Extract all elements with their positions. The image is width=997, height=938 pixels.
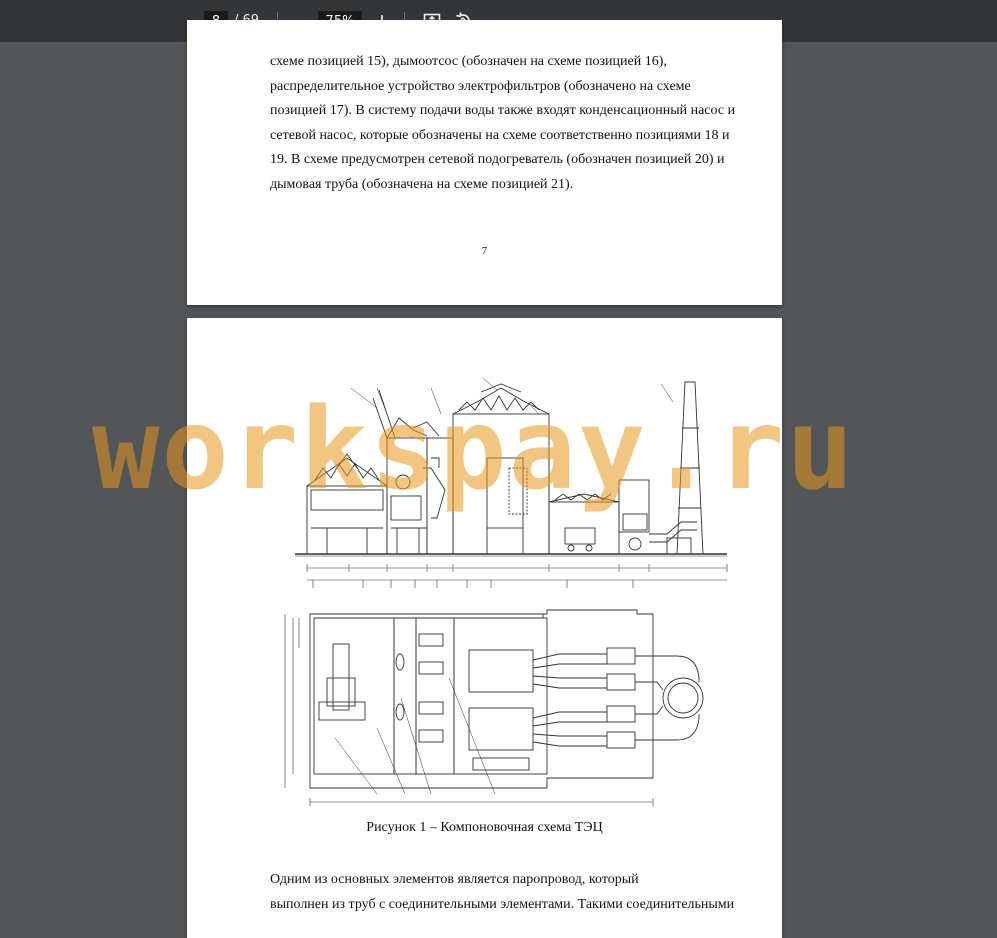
text-line: позицией 17). В систему подачи воды такж… (270, 103, 736, 118)
page-number-label: 7 (481, 245, 488, 257)
power-plant-layout-drawing (284, 377, 728, 806)
text-line: дымовая труба (обозначена на схеме позиц… (270, 176, 574, 192)
pdf-page-8: Рисунок 1 – Компоновочная схема ТЭЦ Одни… (187, 318, 782, 938)
text-line: сетевой насос, которые обозначены на схе… (270, 127, 730, 143)
text-line: выполнен из труб с соединительными элеме… (270, 896, 735, 912)
pdf-page-7: схеме позицией 15), дымоотсос (обозначен… (187, 20, 782, 305)
text-line: 19. В схеме предусмотрен сетевой подогре… (270, 152, 725, 167)
text-line: Одним из основных элементов является пар… (270, 872, 639, 887)
text-line: распределительное устройство электрофиль… (270, 78, 691, 94)
text-line: схеме позицией 15), дымоотсос (обозначен… (270, 54, 667, 69)
elevation-view (295, 377, 728, 588)
plan-view (284, 609, 704, 806)
figure-caption: Рисунок 1 – Компоновочная схема ТЭЦ (366, 820, 603, 835)
